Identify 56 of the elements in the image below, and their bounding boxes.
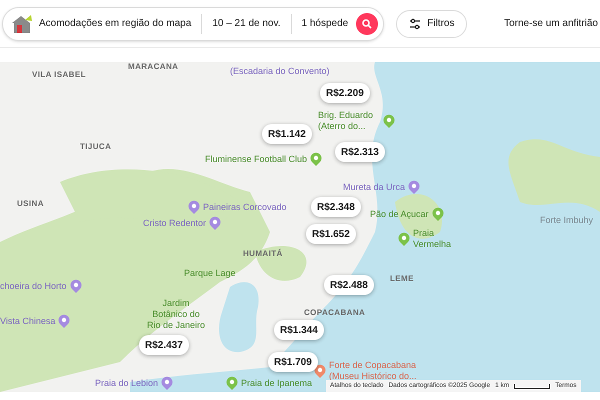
- price-pin[interactable]: R$1.142: [262, 124, 312, 144]
- filters-button[interactable]: Filtros: [396, 10, 468, 38]
- place-label: Parque Lage: [184, 268, 236, 279]
- place-pin-icon[interactable]: [226, 376, 238, 390]
- place-pin-icon[interactable]: [310, 152, 322, 166]
- place-pin-icon[interactable]: [161, 376, 174, 390]
- price-pin[interactable]: R$1.709: [268, 352, 318, 372]
- place-label: TIJUCA: [80, 142, 112, 152]
- price-pin[interactable]: R$1.652: [306, 224, 356, 244]
- place-pin-icon[interactable]: [58, 314, 70, 328]
- place-label: Forte de Copacabana (Museu Histórico do...: [329, 360, 418, 382]
- place-label: Brig. Eduardo (Aterro do...: [318, 110, 374, 132]
- place-pin-icon[interactable]: [408, 180, 420, 194]
- price-pin[interactable]: R$2.488: [324, 275, 374, 295]
- place-pin-icon[interactable]: [209, 216, 222, 230]
- place-label: MARACANA: [128, 62, 178, 72]
- place-label: USINA: [17, 199, 44, 209]
- place-label: Forte Imbuhy: [540, 215, 594, 226]
- place-label: Praia de Ipanema: [241, 378, 312, 388]
- place-label: VILA ISABEL: [32, 70, 86, 80]
- place-label: HUMAITÁ: [243, 249, 283, 259]
- place-pin-icon[interactable]: [383, 114, 395, 128]
- place-label: Fluminense Football Club: [205, 154, 308, 164]
- place-label: Paineiras Corcovado: [203, 202, 287, 212]
- guests-field[interactable]: 1 hóspede: [292, 16, 356, 31]
- place-label: Jardim Botânico do Rio de Janeiro: [146, 298, 206, 330]
- place-label: Pão de Açucar: [370, 208, 429, 220]
- price-pin[interactable]: R$2.348: [311, 197, 361, 217]
- place-pin-icon[interactable]: [188, 200, 200, 214]
- place-label: LEME: [390, 274, 414, 284]
- price-pin[interactable]: R$2.437: [139, 335, 189, 355]
- house-icon: [11, 14, 33, 34]
- place-pin-icon[interactable]: [432, 207, 444, 221]
- place-label: Cristo Redentor: [143, 218, 206, 228]
- host-link[interactable]: Torne-se um anfitrião: [504, 16, 598, 31]
- map[interactable]: [0, 62, 600, 392]
- place-label: (Escadaria do Convento): [230, 66, 330, 77]
- location-field[interactable]: Acomodações em região do mapa: [39, 16, 202, 31]
- place-label: Mureta da Urca: [343, 182, 406, 192]
- place-label: COPACABANA: [304, 308, 366, 318]
- price-pin[interactable]: R$2.313: [335, 142, 385, 162]
- search-icon: [362, 18, 372, 28]
- sliders-icon: [409, 18, 422, 30]
- place-pin-icon[interactable]: [314, 364, 326, 378]
- place-label: Praia Vermelha: [413, 228, 452, 250]
- place-label: Praia do Lebion: [95, 378, 158, 388]
- place-pin-icon[interactable]: [70, 279, 82, 293]
- search-button[interactable]: [356, 12, 378, 34]
- price-pin[interactable]: R$2.209: [320, 83, 370, 103]
- place-label: Vista Chinesa: [0, 316, 56, 326]
- scale-bar-icon: [514, 384, 550, 388]
- price-pin[interactable]: R$1.344: [274, 320, 324, 340]
- lagoon-area: [219, 282, 259, 352]
- place-pin-icon[interactable]: [398, 232, 410, 246]
- place-label: choeira do Horto: [0, 280, 67, 292]
- dates-field[interactable]: 10 – 21 de nov.: [202, 16, 291, 31]
